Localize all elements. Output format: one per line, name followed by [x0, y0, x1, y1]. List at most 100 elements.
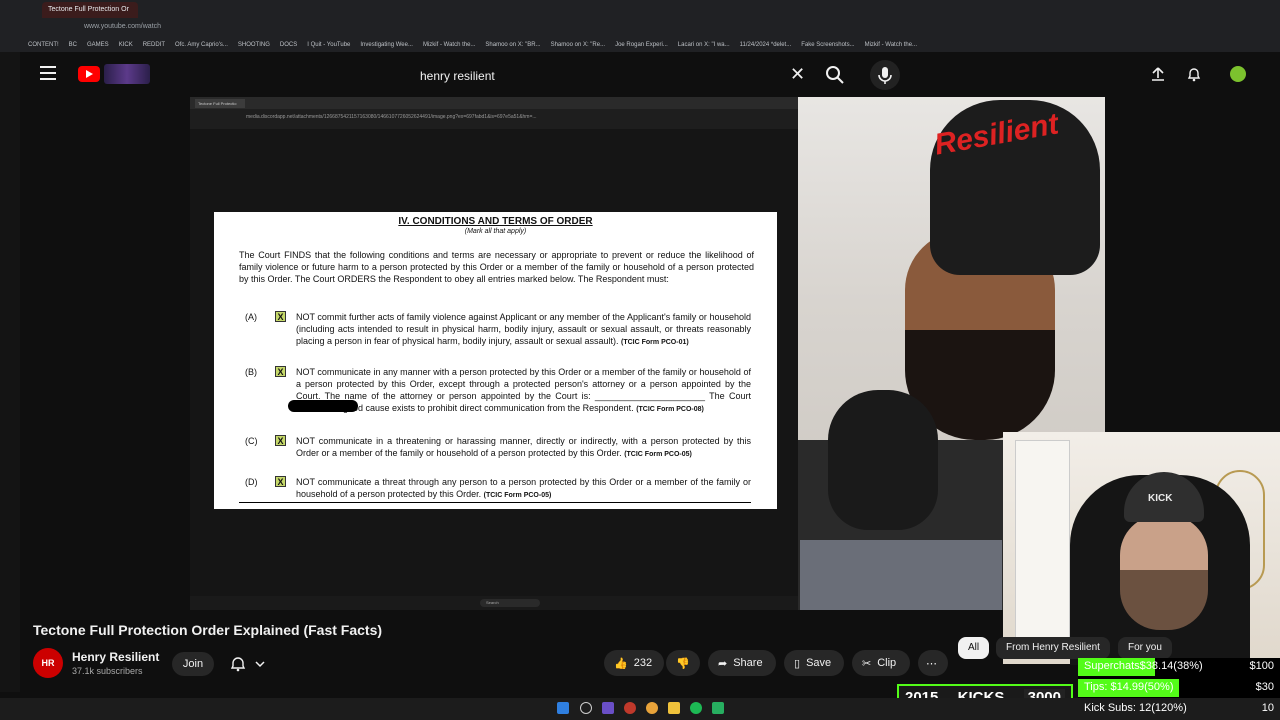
item-text: NOT commit further acts of family violen… — [296, 311, 751, 349]
more-icon: ⋯ — [926, 657, 937, 670]
tips-row: Tips: $14.99(50%) $30 — [1078, 679, 1280, 697]
item-text: NOT communicate in any manner with a per… — [296, 366, 751, 416]
chrome-icon[interactable] — [646, 702, 658, 714]
chip-from-channel[interactable]: From Henry Resilient — [996, 637, 1110, 659]
item-letter: (D) — [245, 477, 258, 487]
doc-divider — [239, 502, 751, 503]
chip-for-you[interactable]: For you — [1118, 637, 1172, 659]
background-photo — [800, 540, 1002, 610]
stat-label: Tips: — [1084, 681, 1108, 693]
inner-taskbar-search: Search — [480, 599, 540, 607]
taskbar-app-icon[interactable] — [712, 702, 724, 714]
doc-item-b: (B) X NOT communicate in any manner with… — [239, 366, 754, 426]
protective-order-document: IV. CONDITIONS AND TERMS OF ORDER (Mark … — [214, 212, 777, 509]
search-input[interactable]: henry resilient — [410, 64, 816, 88]
bookmark-item[interactable]: I Quit - YouTube — [307, 42, 350, 48]
start-menu-icon[interactable] — [557, 702, 569, 714]
item-text: NOT communicate in a threatening or hara… — [296, 435, 751, 461]
browser-tab-active[interactable]: Tectone Full Protection Or — [42, 2, 138, 18]
video-title: Tectone Full Protection Order Explained … — [33, 622, 383, 638]
stat-text: Superchats$38.14(38%) — [1084, 660, 1203, 674]
clip-button[interactable]: ✂ Clip — [852, 650, 910, 676]
file-explorer-icon[interactable] — [668, 702, 680, 714]
upload-icon[interactable] — [1150, 66, 1166, 82]
bookmark-item[interactable]: REDDIT — [143, 42, 165, 48]
checkbox-marked: X — [275, 435, 286, 446]
bookmark-item[interactable]: GAMES — [87, 42, 109, 48]
bookmark-item[interactable]: Shamoo on X: "Re... — [551, 42, 606, 48]
taskbar-app-icon[interactable] — [624, 702, 636, 714]
save-label: Save — [806, 657, 832, 669]
clip-label: Clip — [877, 657, 897, 669]
channel-name[interactable]: Henry Resilient — [72, 650, 159, 664]
doc-heading: IV. CONDITIONS AND TERMS OF ORDER — [398, 216, 593, 227]
thumbs-down-icon: 👎 — [676, 657, 690, 670]
inner-browser-tab: Tectone Full Protectio — [195, 99, 245, 108]
bookmarks-bar: CONTENT! BC GAMES KICK REDDIT Ofc. Amy Caprio… — [0, 38, 1280, 52]
checkbox-marked: X — [275, 366, 286, 377]
account-avatar[interactable] — [1230, 66, 1246, 82]
stat-goal: $30 — [1255, 681, 1274, 693]
search-icon[interactable] — [822, 62, 848, 88]
dislike-button[interactable]: 👎 — [666, 650, 700, 676]
item-form: (TCIC Form PCO-08) — [636, 406, 704, 413]
subscriber-count: 37.1k subscribers — [72, 666, 143, 676]
stat-value: 12(120%) — [1139, 702, 1187, 714]
like-button[interactable]: 👍 232 — [604, 650, 664, 676]
bookmark-item[interactable]: CONTENT! — [28, 42, 59, 48]
share-button[interactable]: ➦ Share — [708, 650, 776, 676]
spotify-icon[interactable] — [690, 702, 702, 714]
browser-address-bar — [0, 20, 1280, 38]
doc-intro: The Court FINDS that the following condi… — [239, 250, 754, 284]
doc-item-a: (A) X NOT commit further acts of family … — [239, 311, 754, 355]
join-button[interactable]: Join — [172, 652, 214, 676]
bookmark-icon: ▯ — [794, 657, 801, 670]
bookmark-item[interactable]: Mizkif - Watch the... — [423, 42, 475, 48]
subscribe-notifications-button[interactable] — [222, 652, 272, 676]
taskbar-search-icon[interactable] — [580, 702, 592, 714]
thumbs-up-icon: 👍 — [614, 657, 628, 670]
bookmark-item[interactable]: Investigating Wee... — [360, 42, 413, 48]
bookmark-item[interactable]: Fake Screenshots... — [801, 42, 854, 48]
bookmark-item[interactable]: Joe Rogan Experi... — [615, 42, 668, 48]
save-button[interactable]: ▯ Save — [784, 650, 844, 676]
bookmark-item[interactable]: Ofc. Amy Caprio's... — [175, 42, 228, 48]
stat-goal: $100 — [1249, 660, 1274, 672]
share-label: Share — [733, 657, 763, 669]
item-letter: (C) — [245, 436, 258, 446]
youtube-doodle[interactable] — [104, 64, 150, 84]
microphone-icon[interactable] — [870, 60, 900, 90]
stat-label: Superchats — [1084, 660, 1140, 672]
cap-logo: KICK — [1148, 493, 1173, 504]
stat-value: $38.14(38%) — [1139, 660, 1203, 672]
inner-url: media.discordapp.net/attachments/1266875… — [246, 114, 537, 120]
item-form: (TCIC Form PCO-01) — [621, 339, 689, 346]
youtube-logo-icon[interactable] — [78, 66, 100, 82]
microphone — [828, 390, 938, 530]
taskbar-app-icon[interactable] — [602, 702, 614, 714]
bookmark-item[interactable]: DOCS — [280, 42, 297, 48]
checkbox-marked: X — [275, 311, 286, 322]
channel-avatar[interactable]: HR — [33, 648, 63, 678]
bookmark-item[interactable]: BC — [69, 42, 77, 48]
doc-item-d: (D) X NOT communicate a threat through a… — [239, 476, 754, 500]
doc-item-c: (C) X NOT communicate in a threatening o… — [239, 435, 754, 469]
bookmark-item[interactable]: KICK — [119, 42, 133, 48]
doc-subheading: (Mark all that apply) — [464, 228, 527, 235]
bookmark-item[interactable]: SHOOTING — [238, 42, 270, 48]
bookmark-item[interactable]: Lacari on X: "I wa... — [678, 42, 730, 48]
browser-tab-bar — [0, 0, 1280, 20]
stat-value: $14.99(50%) — [1110, 681, 1174, 693]
window-blinds — [1015, 440, 1070, 640]
bookmark-item[interactable]: Shamoo on X: "BR... — [485, 42, 540, 48]
stat-text: Tips: $14.99(50%) — [1084, 681, 1174, 695]
clear-search-icon[interactable]: ✕ — [790, 64, 808, 86]
bookmark-item[interactable]: 11/24/2024 *delet... — [740, 42, 792, 48]
url-field[interactable]: www.youtube.com/watch — [84, 23, 161, 30]
more-actions-button[interactable]: ⋯ — [918, 650, 948, 676]
bookmark-item[interactable]: Mizkif - Watch the... — [865, 42, 917, 48]
notifications-bell-icon[interactable] — [1186, 66, 1202, 82]
hamburger-menu-icon[interactable] — [40, 66, 56, 80]
item-letter: (B) — [245, 367, 257, 377]
chip-all[interactable]: All — [958, 637, 990, 659]
